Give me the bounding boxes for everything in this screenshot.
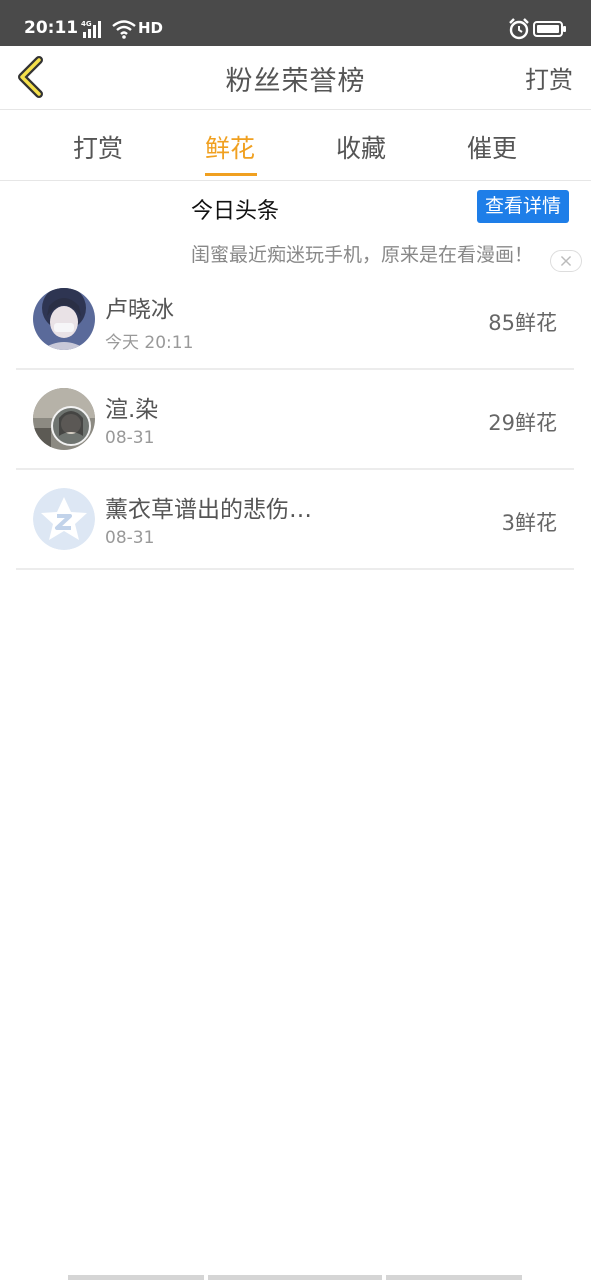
signal-icon: 4G: [81, 20, 101, 38]
battery-icon: [533, 21, 566, 37]
flower-count: 85鲜花: [488, 311, 557, 335]
close-icon[interactable]: [550, 250, 582, 272]
fan-date: 08-31: [105, 528, 155, 548]
headline-label: 今日头条: [191, 199, 280, 224]
svg-text:4G: 4G: [81, 20, 92, 28]
bottom-nav-hint: [68, 1275, 522, 1280]
fan-name: 卢晓冰: [105, 297, 174, 323]
list-item[interactable]: 薰衣草谱出的悲伤… 08-31 3鲜花: [16, 470, 574, 570]
page-title: 粉丝荣誉榜: [225, 66, 366, 97]
alarm-icon: [509, 18, 529, 40]
list-item[interactable]: 渲.染 08-31 29鲜花: [16, 370, 574, 470]
list-item[interactable]: 卢晓冰 今天 20:11 85鲜花: [16, 270, 574, 370]
status-bar: 20:11 4G HD: [0, 0, 591, 46]
tab-update-request[interactable]: 催更: [442, 129, 542, 165]
flower-count: 3鲜花: [501, 511, 557, 535]
active-tab-indicator: [205, 173, 257, 176]
tab-bar: 打赏 鲜花 收藏 催更: [0, 111, 591, 181]
bottom-bar-segment: [208, 1275, 382, 1280]
hd-indicator: HD: [138, 19, 164, 37]
wifi-icon: [112, 20, 136, 39]
status-time: 20:11: [24, 18, 79, 38]
tip-action-button[interactable]: 打赏: [525, 60, 573, 95]
flower-count: 29鲜花: [488, 411, 557, 435]
avatar[interactable]: [33, 288, 95, 350]
fan-name: 薰衣草谱出的悲伤…: [105, 497, 312, 523]
headline-news-link[interactable]: 闺蜜最近痴迷玩手机，原来是在看漫画！: [191, 240, 563, 267]
tab-tip[interactable]: 打赏: [48, 129, 148, 165]
bottom-bar-segment: [386, 1275, 522, 1280]
tab-flowers[interactable]: 鲜花: [180, 129, 280, 176]
fan-date: 08-31: [105, 428, 155, 448]
default-avatar-icon[interactable]: [33, 488, 95, 550]
bottom-bar-segment: [68, 1275, 204, 1280]
fan-list: 卢晓冰 今天 20:11 85鲜花 渲.染 08-31 29鲜花 薰衣草谱出的悲…: [16, 270, 574, 570]
header: 粉丝荣誉榜 打赏: [0, 46, 591, 110]
fan-date: 今天 20:11: [105, 333, 194, 353]
fan-name: 渲.染: [105, 397, 159, 423]
tab-favorites[interactable]: 收藏: [311, 129, 411, 165]
view-details-button[interactable]: 查看详情: [477, 190, 569, 223]
tab-flowers-label: 鲜花: [204, 134, 255, 163]
avatar[interactable]: [33, 388, 95, 450]
